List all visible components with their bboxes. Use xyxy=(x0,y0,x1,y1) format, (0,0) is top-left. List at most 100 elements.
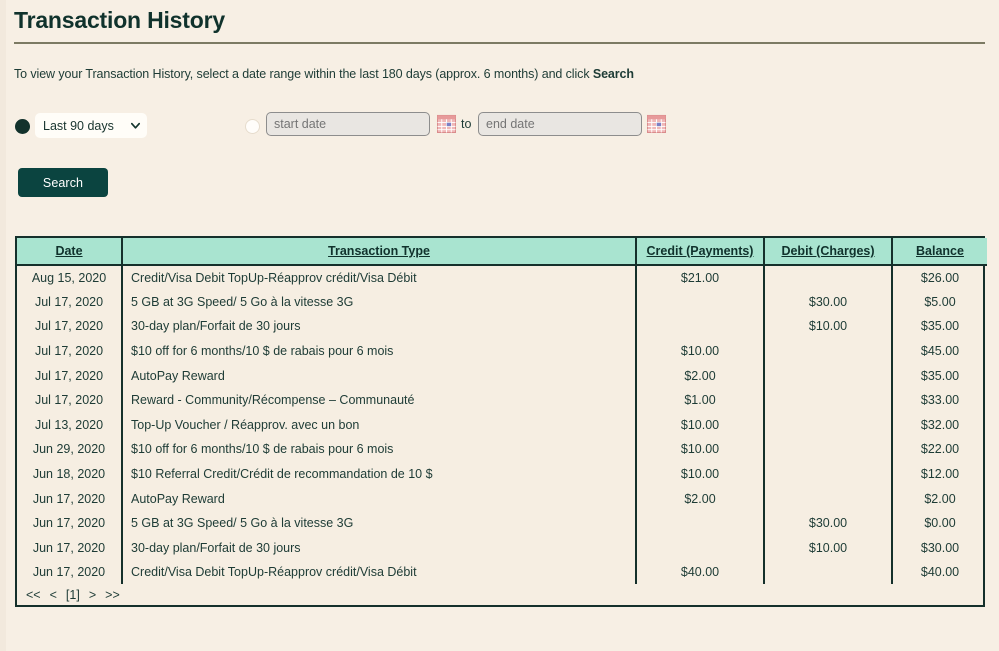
column-header-debit[interactable]: Debit (Charges) xyxy=(764,238,893,266)
table-row: Jun 17, 2020 30-day plan/Forfait de 30 jo… xyxy=(17,535,987,561)
cell-credit: $21.00 xyxy=(636,265,765,290)
cell-balance: $26.00 xyxy=(920,270,960,285)
to-label: to xyxy=(461,117,472,131)
cell-type: 5 GB at 3G Speed/ 5 Go à la vitesse 3G xyxy=(122,289,637,315)
column-header-date-label: Date xyxy=(55,244,83,258)
cell-date: Jun 17, 2020 xyxy=(17,535,123,561)
cell-credit: $2.00 xyxy=(636,486,765,511)
calendar-icon[interactable] xyxy=(647,114,666,133)
cell-balance: $33.00 xyxy=(920,393,960,408)
cell-debit: $10.00 xyxy=(764,314,893,339)
cell-date: Jul 13, 2020 xyxy=(17,412,123,438)
table-row: Jun 18, 2020 $10 Referral Credit/Crédit d… xyxy=(17,461,987,487)
cell-credit: $2.00 xyxy=(636,363,765,388)
column-header-balance-label: Balance xyxy=(916,244,964,258)
table-row: Aug 15, 2020 Credit/Visa Debit TopUp-Réap… xyxy=(17,265,987,290)
cell-type: Credit/Visa Debit TopUp-Réapprov crédit/… xyxy=(122,560,637,585)
cell-credit: $10.00 xyxy=(636,437,765,462)
table-row: Jul 13, 2020 Top-Up Voucher / Réapprov. a… xyxy=(17,412,987,438)
chevron-down-icon xyxy=(131,122,140,129)
cell-credit xyxy=(636,510,765,536)
cell-debit: $30.00 xyxy=(764,510,893,536)
cell-debit xyxy=(764,560,893,585)
table-row: Jun 17, 2020 5 GB at 3G Speed/ 5 Go à la … xyxy=(17,510,987,536)
cell-credit xyxy=(636,535,765,561)
cell-date: Jun 18, 2020 xyxy=(17,461,123,487)
table-row: Jun 29, 2020 $10 off for 6 months/10 $ de… xyxy=(17,437,987,462)
table-row: Jul 17, 2020 30-day plan/Forfait de 30 jo… xyxy=(17,314,987,339)
cell-date: Jul 17, 2020 xyxy=(17,314,123,339)
intro-text-emphasis: Search xyxy=(592,67,634,81)
column-header-credit-label: Credit (Payments) xyxy=(646,244,754,258)
cell-credit xyxy=(636,314,765,339)
cell-type: AutoPay Reward xyxy=(122,363,637,388)
cell-type: 30-day plan/Forfait de 30 jours xyxy=(122,314,637,339)
calendar-icon[interactable] xyxy=(437,114,456,133)
pagination-last[interactable]: >> xyxy=(105,588,120,602)
table-body: Aug 15, 2020 Credit/Visa Debit TopUp-Réap… xyxy=(17,265,987,585)
cell-type: $10 off for 6 months/10 $ de rabais pour… xyxy=(122,437,637,462)
cell-debit: $30.00 xyxy=(764,289,893,315)
column-header-balance[interactable]: Balance xyxy=(892,238,987,266)
cell-credit: $10.00 xyxy=(636,461,765,487)
pagination-prev[interactable]: < xyxy=(50,588,57,602)
cell-debit xyxy=(764,265,893,290)
radio-preset-range[interactable] xyxy=(16,120,29,133)
cell-type: AutoPay Reward xyxy=(122,486,637,511)
table-header: Date Transaction Type Credit (Payments) … xyxy=(17,238,987,266)
intro-text-prefix: To view your Transaction History, select… xyxy=(14,67,593,81)
date-range-select[interactable]: Last 90 days xyxy=(35,113,147,138)
transactions-table-container: Date Transaction Type Credit (Payments) … xyxy=(15,236,987,587)
cell-date: Jul 17, 2020 xyxy=(17,289,123,315)
cell-balance: $35.00 xyxy=(920,319,960,334)
cell-date: Jul 17, 2020 xyxy=(17,387,123,413)
start-date-input[interactable] xyxy=(266,112,430,136)
cell-debit xyxy=(764,338,893,364)
column-header-credit[interactable]: Credit (Payments) xyxy=(636,238,765,266)
cell-type: Reward - Community/Récompense – Communau… xyxy=(122,387,637,413)
cell-credit: $40.00 xyxy=(636,560,765,585)
cell-type: $10 off for 6 months/10 $ de rabais pour… xyxy=(122,338,637,364)
column-header-debit-label: Debit (Charges) xyxy=(781,244,875,258)
cell-credit: $1.00 xyxy=(636,387,765,413)
cell-type: Credit/Visa Debit TopUp-Réapprov crédit/… xyxy=(122,265,637,290)
filter-row: Last 90 days to xyxy=(0,112,999,146)
cell-date: Jun 17, 2020 xyxy=(17,510,123,536)
cell-debit xyxy=(764,437,893,462)
cell-credit xyxy=(636,289,765,315)
pagination-next[interactable]: > xyxy=(89,588,96,602)
table-row: Jun 17, 2020 AutoPay Reward $2.00 $2.00 xyxy=(17,486,987,511)
column-header-transaction-type[interactable]: Transaction Type xyxy=(122,238,637,266)
table-header-row: Date Transaction Type Credit (Payments) … xyxy=(17,238,987,266)
cell-date: Jul 17, 2020 xyxy=(17,338,123,364)
cell-balance: $40.00 xyxy=(920,565,960,580)
pagination-current-page: [1] xyxy=(65,587,80,602)
cell-debit xyxy=(764,363,893,388)
cell-balance: $5.00 xyxy=(924,294,956,309)
cell-balance: $12.00 xyxy=(920,467,960,482)
table-row: Jul 17, 2020 Reward - Community/Récompens… xyxy=(17,387,987,413)
cell-balance: $0.00 xyxy=(924,516,956,531)
transactions-table: Date Transaction Type Credit (Payments) … xyxy=(17,238,987,585)
cell-balance: $32.00 xyxy=(920,417,960,432)
cell-date: Jun 17, 2020 xyxy=(17,560,123,585)
cell-debit: $10.00 xyxy=(764,535,893,561)
radio-custom-range[interactable] xyxy=(246,120,259,133)
search-button[interactable]: Search xyxy=(18,168,108,197)
cell-date: Aug 15, 2020 xyxy=(17,265,123,290)
pagination-bar: << < [1] > >> xyxy=(15,584,985,607)
cell-balance: $22.00 xyxy=(920,442,960,457)
column-header-date[interactable]: Date xyxy=(17,238,123,266)
date-range-select-value: Last 90 days xyxy=(43,118,114,133)
cell-balance: $30.00 xyxy=(920,540,960,555)
cell-credit: $10.00 xyxy=(636,412,765,438)
cell-date: Jun 17, 2020 xyxy=(17,486,123,511)
cell-date: Jun 29, 2020 xyxy=(17,437,123,462)
pagination-first[interactable]: << xyxy=(26,588,41,602)
left-edge-strip xyxy=(0,0,6,651)
cell-debit xyxy=(764,387,893,413)
cell-type: 30-day plan/Forfait de 30 jours xyxy=(122,535,637,561)
column-header-transaction-type-label: Transaction Type xyxy=(328,244,430,258)
table-row: Jul 17, 2020 AutoPay Reward $2.00 $35.00 xyxy=(17,363,987,388)
end-date-input[interactable] xyxy=(478,112,642,136)
